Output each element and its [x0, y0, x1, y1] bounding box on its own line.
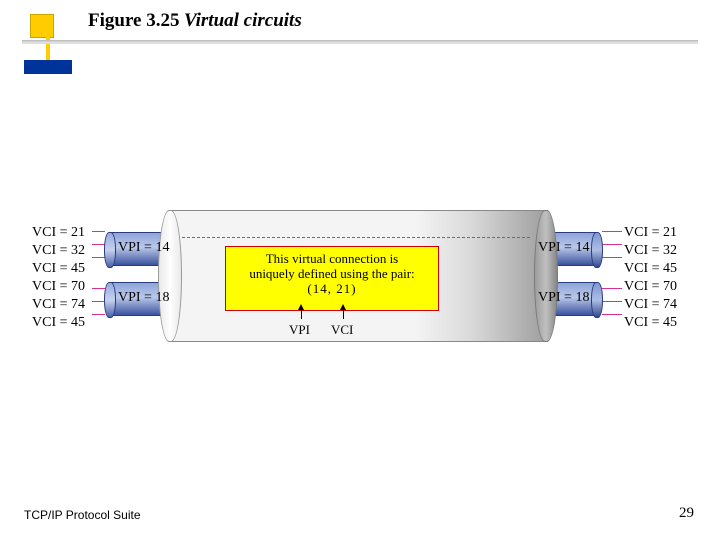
footer-text: TCP/IP Protocol Suite [24, 508, 141, 522]
vci-left-2: VCI = 45 [32, 260, 85, 278]
bullet-square-icon [30, 14, 54, 38]
callout-box: This virtual connection is uniquely defi… [225, 246, 439, 311]
vci-list-right: VCI = 21 VCI = 32 VCI = 45 VCI = 70 VCI … [624, 224, 677, 332]
vci-wire [602, 301, 622, 302]
vci-dashed-line [182, 237, 530, 238]
label-vci: VCI [331, 322, 353, 338]
brand-bar-icon [24, 60, 72, 74]
callout-line1: This virtual connection is [232, 251, 432, 266]
vci-wire [92, 314, 105, 315]
vci-wire [92, 244, 105, 245]
vci-wire [602, 288, 622, 289]
vci-wire [602, 244, 622, 245]
label-vpi: VPI [289, 322, 310, 338]
vci-right-2: VCI = 45 [624, 260, 677, 278]
vci-left-3: VCI = 70 [32, 278, 85, 296]
callout-pair: (14, 21) [232, 281, 432, 296]
virtual-circuits-diagram: VCI = 21 VCI = 32 VCI = 45 VCI = 70 VCI … [0, 210, 720, 410]
page-number: 29 [679, 505, 694, 522]
vci-right-1: VCI = 32 [624, 242, 677, 260]
vpi-label-left-top: VPI = 14 [118, 240, 169, 256]
figure-number: Figure 3.25 [88, 10, 179, 32]
vci-left-4: VCI = 74 [32, 296, 85, 314]
callout-line2: uniquely defined using the pair: [232, 266, 432, 281]
vci-right-0: VCI = 21 [624, 224, 677, 242]
vci-right-5: VCI = 45 [624, 314, 677, 332]
vci-wire [602, 257, 622, 258]
vci-left-5: VCI = 45 [32, 314, 85, 332]
vci-right-3: VCI = 70 [624, 278, 677, 296]
vci-wire [602, 314, 622, 315]
vci-list-left: VCI = 21 VCI = 32 VCI = 45 VCI = 70 VCI … [32, 224, 85, 332]
arrow-up-icon [343, 309, 344, 319]
vci-wire [92, 257, 105, 258]
vpi-label-left-bot: VPI = 18 [118, 290, 169, 306]
header-divider [22, 40, 698, 44]
arrow-up-icon [301, 309, 302, 319]
vpi-label-right-top: VPI = 14 [538, 240, 589, 256]
vpi-label-right-bot: VPI = 18 [538, 290, 589, 306]
figure-title: Virtual circuits [184, 10, 302, 32]
callout-arrows [225, 309, 425, 329]
vci-wire [602, 231, 622, 232]
vci-right-4: VCI = 74 [624, 296, 677, 314]
vci-left-1: VCI = 32 [32, 242, 85, 260]
vci-wire [92, 231, 105, 232]
vci-left-0: VCI = 21 [32, 224, 85, 242]
vci-wire [92, 288, 105, 289]
